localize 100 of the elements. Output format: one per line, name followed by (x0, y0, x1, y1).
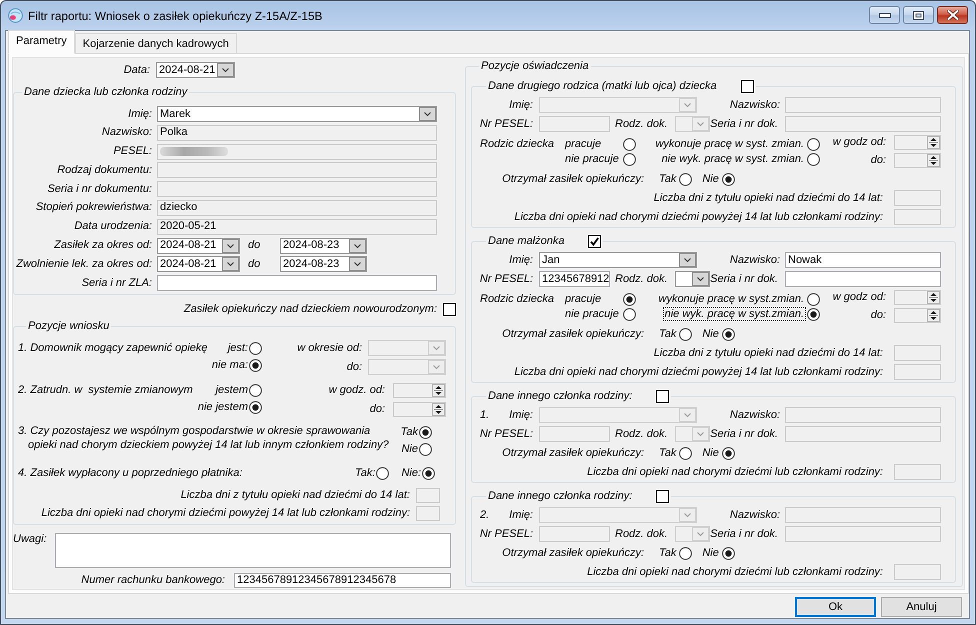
field-label: do: (870, 309, 886, 322)
field-label: w godz. od: (328, 384, 385, 397)
chevron-down-icon (222, 238, 239, 253)
cancel-button[interactable]: Anuluj (881, 597, 962, 617)
radio-button[interactable] (679, 328, 692, 340)
text-field[interactable] (157, 275, 437, 292)
radio-button[interactable] (249, 359, 262, 372)
checkbox[interactable] (443, 302, 456, 316)
section-number: 1. (480, 408, 490, 422)
date-dropdown[interactable]: 2024-08-21 (157, 256, 240, 272)
dropdown[interactable]: Marek (157, 106, 437, 122)
tab[interactable]: Parametry (8, 30, 75, 54)
option-label: nie jestem (198, 401, 248, 414)
radio-button[interactable] (422, 466, 435, 480)
radio-button[interactable] (622, 308, 636, 320)
field-label: Liczba dni opieki nad chorymi dziećmi powyżej 14 lat lub członkami rodziny: (514, 366, 883, 378)
field-label: Otrzymał zasiłek opiekuńczy: (502, 172, 644, 186)
radio-button[interactable] (419, 426, 432, 440)
checkbox[interactable] (656, 490, 670, 502)
checkbox[interactable] (740, 80, 754, 92)
option-label: Tak (659, 328, 676, 340)
text-field[interactable]: 12345678912 (539, 271, 610, 287)
field-label: do: (870, 154, 886, 167)
radio-button[interactable] (679, 172, 692, 186)
radio-button[interactable] (722, 328, 735, 340)
field-label: PESEL: (113, 145, 152, 158)
radio-button[interactable] (622, 292, 636, 306)
field-label: Liczba dni z tytułu opieki nad dziećmi do 14 lat: (654, 346, 883, 360)
group-title: Dane drugiego rodzica (matki lub ojca) dziecka (488, 80, 717, 92)
radio-button[interactable] (249, 342, 262, 356)
radio-button[interactable] (679, 446, 692, 460)
radio-button[interactable] (249, 384, 262, 398)
option-label: nie pracuje (565, 152, 619, 166)
radio-button[interactable] (722, 446, 735, 460)
maximize-button[interactable] (903, 6, 934, 24)
ok-button[interactable]: Ok (795, 597, 876, 617)
date-dropdown[interactable]: 2024-08-21 (157, 238, 240, 254)
chevron-down-icon (679, 508, 696, 522)
up-down-arrows-icon (927, 291, 940, 304)
field-label: Data: (124, 64, 150, 76)
chevron-down-icon (217, 63, 234, 77)
field-label: Liczba dni opieki nad chorymi dziećmi lub członkami rodziny: (587, 566, 883, 578)
field-label: w godz od: (832, 291, 886, 304)
field-label: Numer rachunku bankowego: (81, 574, 225, 588)
radio-button[interactable] (679, 546, 692, 560)
field-label: Liczba dni opieki nad chorymi dziećmi powyżej 14 lat lub członkami rodziny: (41, 507, 410, 520)
option-label: nie wyk. pracę w syst. zmian. (660, 152, 805, 166)
field-label: Rodzaj dokumentu: (57, 164, 152, 177)
field-label: Nr PESEL: (480, 272, 533, 286)
checkbox[interactable] (656, 390, 670, 402)
field-label: Seria i nr dok. (710, 428, 778, 440)
text-field[interactable] (785, 271, 941, 287)
dropdown[interactable] (674, 271, 710, 287)
radio-button[interactable] (722, 546, 735, 560)
radio-button[interactable] (419, 443, 432, 456)
remarks-field[interactable] (55, 533, 451, 568)
date-dropdown[interactable]: 2024-08-23 (280, 238, 367, 254)
radio-button[interactable] (249, 401, 262, 414)
field-label: Seria i nr dokumentu: (47, 182, 152, 196)
date-dropdown[interactable]: 2024-08-23 (280, 256, 367, 272)
option-label: pracuje (565, 138, 602, 150)
radio-button[interactable] (722, 172, 735, 186)
radio-button[interactable] (806, 308, 820, 320)
chevron-down-icon (692, 527, 709, 541)
radio-button[interactable] (622, 138, 636, 150)
field-label: Rodzic dziecka (480, 292, 554, 306)
group-title: Dane innego członka rodziny: (488, 490, 632, 502)
account-number-field[interactable]: 12345678912345678912345678 (234, 573, 451, 588)
close-button[interactable] (937, 6, 968, 24)
minimize-icon (878, 12, 890, 18)
radio-button[interactable] (622, 152, 636, 166)
field-label: Liczba dni opieki nad chorymi dziećmi powyżej 14 lat lub członkami rodziny: (514, 210, 883, 224)
date-dropdown[interactable]: 2024-08-21 (156, 62, 235, 78)
field-label: Nazwisko: (730, 508, 780, 522)
radio-button[interactable] (806, 138, 820, 150)
field-label: Rodz. dok. (615, 272, 668, 286)
field-label: Rodz. dok. (615, 528, 668, 540)
field-label: do (248, 239, 260, 252)
question-text: 3. Czy pozostajesz we wspólnym gospodarstwie w okresie sprawowania opieki nad chorym dzieckiem powyżej 14 lat lub innym członkiem rodziny? (18, 424, 389, 452)
dropdown[interactable]: Jan (539, 252, 697, 268)
field-label: Rodz. dok. (615, 118, 668, 130)
field-label: do: (346, 360, 362, 374)
radio-button[interactable] (376, 466, 390, 480)
checkbox[interactable] (588, 234, 602, 248)
round-logo-icon (8, 8, 23, 23)
option-label: Nie (702, 172, 719, 186)
option-label: Nie (401, 443, 418, 456)
chevron-down-icon (692, 427, 709, 441)
chevron-down-icon (679, 408, 696, 422)
window-title: Filtr raportu: Wniosek o zasiłek opiekuńczy Z-15A/Z-15B (28, 9, 322, 23)
radio-button[interactable] (806, 152, 820, 166)
maximize-icon (913, 10, 924, 20)
tab[interactable]: Kojarzenie danych kadrowych (74, 33, 237, 54)
up-down-arrows-icon (927, 309, 940, 322)
field-label: Imię: (509, 408, 533, 422)
field-label: Zasiłek opiekuńczy nad dzieckiem nowourodzonym: (184, 302, 437, 316)
group-title: Dane innego członka rodziny: (488, 390, 632, 402)
text-field[interactable]: Nowak (785, 252, 941, 268)
radio-button[interactable] (806, 292, 820, 306)
minimize-button[interactable] (869, 6, 900, 24)
